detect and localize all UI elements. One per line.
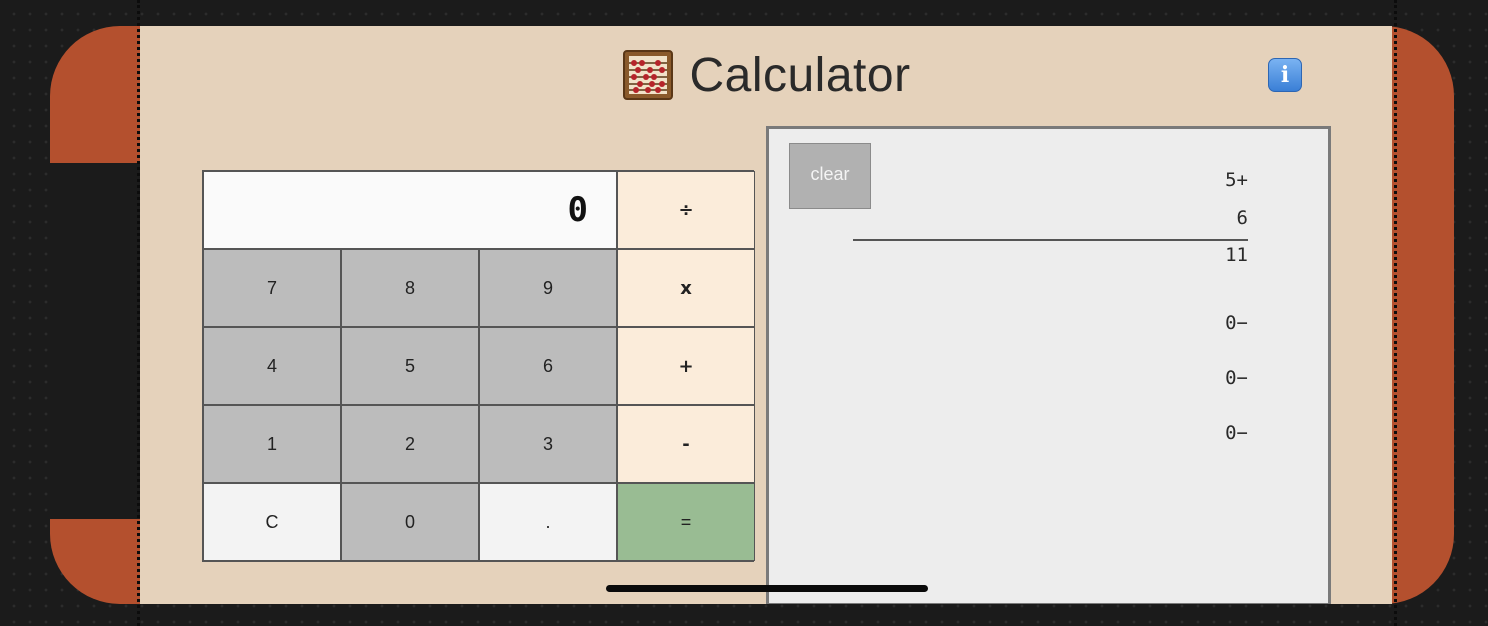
tape-result: 11 (1225, 244, 1248, 266)
device-stage: Calculator i 0 ÷ 7 8 9 x 4 5 6 + 1 2 3 -… (0, 0, 1488, 626)
abacus-icon (621, 48, 675, 102)
plus-button[interactable]: + (617, 327, 755, 405)
divide-button[interactable]: ÷ (617, 171, 755, 249)
safe-area-guide-left (137, 0, 140, 626)
equals-button[interactable]: = (617, 483, 755, 561)
multiply-button[interactable]: x (617, 249, 755, 327)
digit-7-button[interactable]: 7 (203, 249, 341, 327)
home-indicator[interactable] (606, 585, 928, 592)
safe-area-guide-right (1394, 0, 1397, 626)
history-tape: clear 5+ 6 11 0− 0− 0− (766, 126, 1331, 604)
calculator-keypad: 0 ÷ 7 8 9 x 4 5 6 + 1 2 3 - C 0 . = (202, 170, 755, 562)
digit-6-button[interactable]: 6 (479, 327, 617, 405)
tape-line: 0− (1225, 312, 1248, 334)
calculator-display: 0 (203, 171, 617, 249)
app-header: Calculator (140, 44, 1392, 106)
digit-5-button[interactable]: 5 (341, 327, 479, 405)
clear-tape-button[interactable]: clear (789, 143, 871, 209)
digit-3-button[interactable]: 3 (479, 405, 617, 483)
tape-sum-rule (853, 239, 1248, 241)
minus-button[interactable]: - (617, 405, 755, 483)
digit-2-button[interactable]: 2 (341, 405, 479, 483)
decimal-button[interactable]: . (479, 483, 617, 561)
tape-line: 0− (1225, 422, 1248, 444)
tape-line: 6 (1236, 207, 1248, 229)
info-icon[interactable]: i (1268, 58, 1302, 92)
clear-entry-button[interactable]: C (203, 483, 341, 561)
digit-0-button[interactable]: 0 (341, 483, 479, 561)
app-title: Calculator (689, 48, 911, 102)
digit-8-button[interactable]: 8 (341, 249, 479, 327)
digit-4-button[interactable]: 4 (203, 327, 341, 405)
app-screen: Calculator i 0 ÷ 7 8 9 x 4 5 6 + 1 2 3 -… (140, 26, 1392, 604)
digit-9-button[interactable]: 9 (479, 249, 617, 327)
digit-1-button[interactable]: 1 (203, 405, 341, 483)
tape-line: 5+ (1225, 169, 1248, 191)
tape-line: 0− (1225, 367, 1248, 389)
info-glyph: i (1280, 62, 1290, 88)
